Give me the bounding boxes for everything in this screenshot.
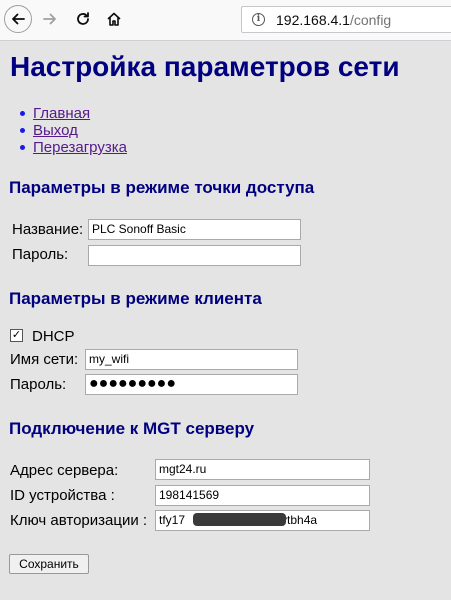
ssid-label: Имя сети: (10, 351, 79, 368)
page-title: Настройка параметров сети (10, 51, 400, 82)
redaction-bar (193, 513, 286, 526)
nav-links: Главная Выход Перезагрузка (20, 105, 127, 156)
client-password-input[interactable]: ●●●●●●●●● (85, 374, 298, 395)
ap-password-label: Пароль: (12, 246, 69, 263)
home-icon (107, 12, 121, 26)
ap-name-label: Название: (12, 221, 84, 238)
device-id-input[interactable]: 198141569 (155, 485, 370, 506)
home-button[interactable] (104, 9, 124, 29)
ap-section-heading: Параметры в режиме точки доступа (9, 178, 315, 197)
reload-icon (77, 12, 89, 25)
auth-key-label: Ключ авторизации : (10, 512, 148, 529)
reboot-link[interactable]: Перезагрузка (33, 139, 127, 156)
browser-toolbar: i 192.168.4.1/config (0, 0, 451, 41)
address-bar[interactable]: i 192.168.4.1/config (241, 6, 451, 33)
nav-item-main: Главная (20, 105, 127, 122)
server-input[interactable]: mgt24.ru (155, 459, 370, 480)
ssid-input[interactable]: my_wifi (85, 349, 298, 370)
mgt-section-heading: Подключение к MGT серверу (9, 419, 255, 438)
forward-arrow-icon (43, 13, 56, 25)
device-id-label: ID устройства : (10, 487, 115, 504)
logout-link[interactable]: Выход (33, 122, 78, 139)
auth-key-end: vtbh4a (281, 513, 318, 527)
nav-item-reboot: Перезагрузка (20, 139, 127, 156)
back-button[interactable] (4, 5, 32, 33)
site-info-icon[interactable]: i (252, 13, 265, 26)
main-link[interactable]: Главная (33, 105, 90, 122)
auth-key-start: tfy17 (159, 513, 186, 527)
dhcp-label: DHCP (32, 328, 75, 345)
forward-button[interactable] (40, 9, 60, 29)
client-section-heading: Параметры в режиме клиента (9, 289, 262, 308)
server-label: Адрес сервера: (10, 462, 119, 479)
nav-item-logout: Выход (20, 122, 127, 139)
dhcp-checkbox[interactable]: ✓ (10, 329, 23, 342)
save-button[interactable]: Сохранить (9, 554, 89, 574)
ap-password-input[interactable] (88, 245, 301, 266)
ap-name-input[interactable]: PLC Sonoff Basic (88, 219, 301, 240)
reload-button[interactable] (73, 9, 93, 29)
client-password-label: Пароль: (10, 376, 67, 393)
url-text: 192.168.4.1/config (276, 12, 392, 28)
back-arrow-icon (12, 13, 25, 25)
